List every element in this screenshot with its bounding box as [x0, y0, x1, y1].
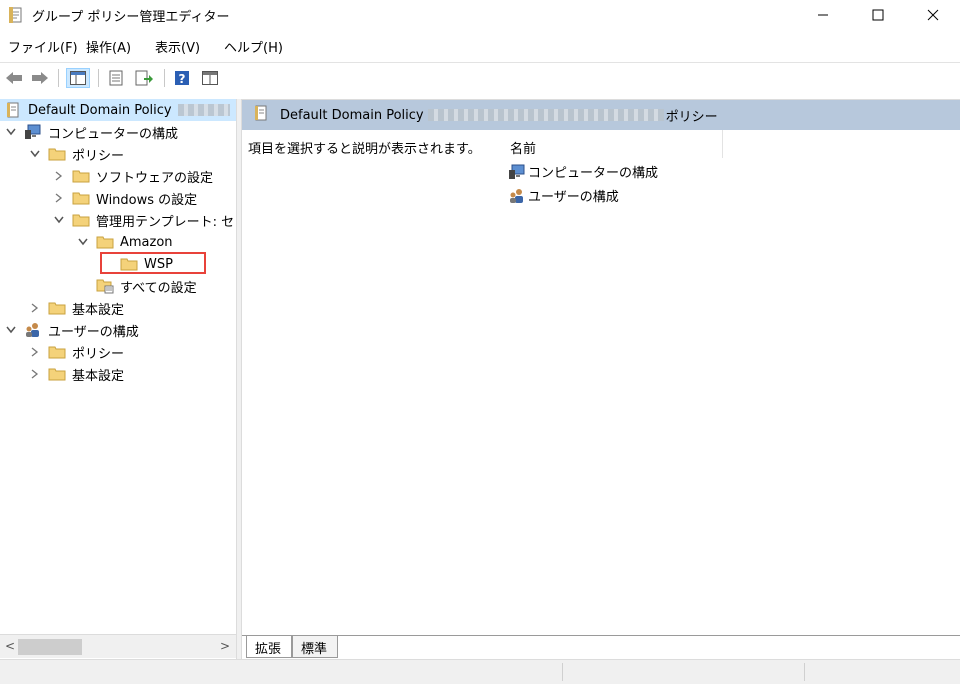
menu-file[interactable]: ファイル(F): [8, 37, 78, 56]
list-item-label: コンピューターの構成: [528, 166, 659, 181]
view-tabs: 拡張 標準: [242, 635, 960, 659]
tree-item-computer-config[interactable]: コンピューターの構成: [4, 121, 178, 143]
scroll-left-arrow-icon[interactable]: <: [5, 639, 15, 653]
chevron-right-icon[interactable]: [28, 301, 42, 315]
description-text: 項目を選択すると説明が表示されます。: [248, 142, 481, 157]
computer-icon: [24, 124, 42, 140]
list-item-label: ユーザーの構成: [528, 190, 619, 205]
menu-view[interactable]: 表示(V): [155, 37, 200, 56]
tab-extended[interactable]: 拡張: [246, 636, 292, 658]
properties-icon[interactable]: [106, 68, 126, 88]
tree-label: Amazon: [120, 234, 173, 250]
chevron-down-icon[interactable]: [76, 235, 90, 249]
minimize-button[interactable]: [800, 0, 846, 30]
tree-item-user-config[interactable]: ユーザーの構成: [4, 319, 139, 341]
policy-document-icon: [254, 105, 268, 125]
chevron-down-icon[interactable]: [52, 213, 66, 227]
tree-label: 基本設定: [72, 368, 125, 384]
menu-help[interactable]: ヘルプ(H): [224, 37, 283, 56]
chevron-right-icon[interactable]: [52, 169, 66, 183]
settings-folder-icon: [96, 278, 114, 294]
status-bar: [0, 659, 960, 684]
tree-root-label: Default Domain Policy: [28, 102, 172, 118]
tree-item-policy[interactable]: ポリシー: [28, 143, 124, 165]
policy-document-icon: [8, 6, 24, 24]
folder-icon: [48, 366, 66, 382]
forward-arrow-icon[interactable]: [30, 68, 50, 88]
tree-label: ソフトウェアの設定: [96, 170, 214, 186]
scroll-thumb[interactable]: [18, 639, 82, 655]
users-icon: [508, 188, 526, 204]
highlight-annotation: [100, 252, 206, 274]
chevron-right-icon[interactable]: [28, 345, 42, 359]
redacted-text: [427, 109, 664, 121]
show-hide-tree-icon[interactable]: [66, 68, 90, 88]
folder-icon: [96, 234, 114, 250]
back-arrow-icon[interactable]: [4, 68, 24, 88]
help-icon[interactable]: ?: [172, 68, 192, 88]
list-item-computer-config[interactable]: コンピューターの構成: [508, 162, 658, 181]
menu-bar: ファイル(F) 操作(A) 表示(V) ヘルプ(H): [0, 34, 960, 58]
tree-item-all-settings[interactable]: すべての設定: [96, 275, 197, 297]
export-list-icon[interactable]: [134, 68, 154, 88]
close-button[interactable]: [910, 0, 956, 30]
chevron-right-icon[interactable]: [52, 191, 66, 205]
detail-pane: Default Domain Policy ポリシー 項目を選択すると説明が表示…: [242, 99, 960, 635]
window-title: グループ ポリシー管理エディター: [32, 10, 230, 25]
folder-icon: [48, 300, 66, 316]
detail-header-suffix: ポリシー: [665, 109, 718, 125]
folder-icon: [72, 212, 90, 228]
tree-label: 基本設定: [72, 302, 125, 318]
tree-label: ユーザーの構成: [48, 324, 139, 340]
folder-icon: [72, 168, 90, 184]
column-divider[interactable]: [722, 130, 723, 158]
tab-standard[interactable]: 標準: [292, 636, 338, 658]
chevron-down-icon[interactable]: [4, 323, 18, 337]
folder-icon: [72, 190, 90, 206]
filter-view-icon[interactable]: [200, 68, 220, 88]
users-icon: [24, 322, 42, 338]
title-bar: グループ ポリシー管理エディター: [0, 0, 960, 30]
tree-item-amazon[interactable]: Amazon: [76, 231, 173, 253]
tree-pane: Default Domain Policy コンピューターの構成 ポリシー ソフ…: [0, 99, 236, 634]
menu-action[interactable]: 操作(A): [86, 37, 131, 56]
tree-item-windows-settings[interactable]: Windows の設定: [52, 187, 197, 209]
tree-label: すべての設定: [120, 280, 197, 296]
tree-item-admin-templates[interactable]: 管理用テンプレート: セン: [52, 209, 236, 231]
tree-label: コンピューターの構成: [48, 126, 179, 142]
maximize-button[interactable]: [855, 0, 901, 30]
tree-item-user-preferences[interactable]: 基本設定: [28, 363, 124, 385]
redacted-text: [177, 104, 230, 116]
toolbar: ?: [0, 62, 960, 92]
column-header-name[interactable]: 名前: [510, 138, 536, 157]
detail-header: Default Domain Policy ポリシー: [242, 100, 960, 130]
tree-label: Windows の設定: [96, 192, 198, 208]
svg-text:?: ?: [179, 72, 186, 86]
folder-icon: [48, 146, 66, 162]
tree-label: ポリシー: [72, 346, 125, 362]
chevron-down-icon[interactable]: [28, 147, 42, 161]
computer-icon: [508, 164, 526, 180]
scroll-right-arrow-icon[interactable]: >: [220, 639, 230, 653]
tree-label: 管理用テンプレート: セン: [96, 214, 236, 230]
policy-document-icon: [4, 102, 22, 118]
chevron-down-icon[interactable]: [4, 125, 18, 139]
tree-label: ポリシー: [72, 148, 125, 164]
detail-header-title: Default Domain Policy: [280, 107, 424, 123]
tree-horizontal-scrollbar[interactable]: < >: [0, 634, 236, 658]
list-item-user-config[interactable]: ユーザーの構成: [508, 186, 619, 205]
tree-item-software-settings[interactable]: ソフトウェアの設定: [52, 165, 213, 187]
folder-icon: [48, 344, 66, 360]
tree-item-preferences[interactable]: 基本設定: [28, 297, 124, 319]
chevron-right-icon[interactable]: [28, 367, 42, 381]
tree-root[interactable]: Default Domain Policy: [0, 99, 236, 121]
tree-item-user-policy[interactable]: ポリシー: [28, 341, 124, 363]
